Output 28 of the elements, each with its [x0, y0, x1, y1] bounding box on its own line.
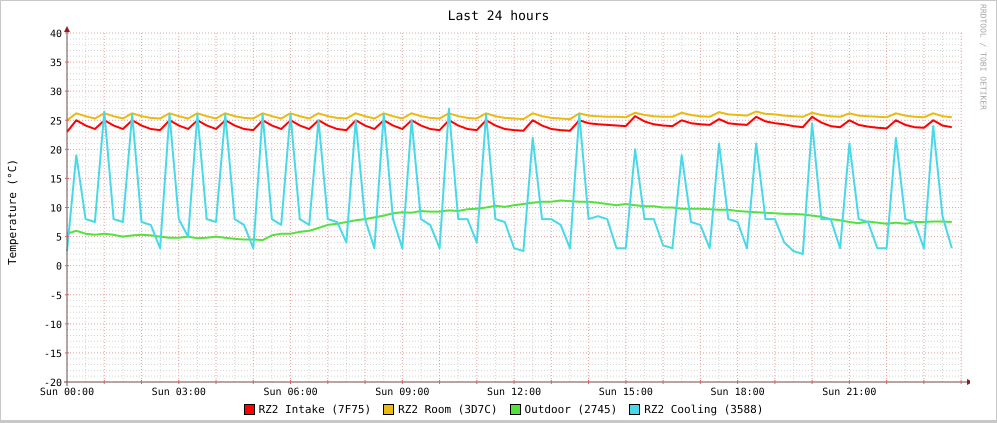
tick-label: Sun 21:00: [822, 387, 876, 398]
tick-label: -15: [44, 348, 62, 360]
tick-label: 15: [50, 174, 62, 186]
tick-label: Sun 18:00: [710, 387, 765, 398]
tick-label: 20: [50, 145, 62, 156]
tick-label: 40: [50, 29, 62, 40]
tick-label: 30: [50, 87, 62, 98]
legend-label: RZ2 Cooling (3588): [644, 402, 764, 416]
legend-label: RZ2 Room (3D7C): [398, 402, 498, 416]
tick-label: 35: [50, 58, 62, 70]
tick-label: 25: [50, 116, 62, 128]
tick-label: -20: [44, 378, 62, 389]
tick-label: Sun 03:00: [152, 387, 206, 398]
tick-label: Sun 00:00: [40, 387, 94, 398]
tick-label: 10: [50, 204, 62, 214]
tick-label: -10: [44, 320, 62, 331]
tick-label: 5: [56, 232, 62, 244]
tick-label: Sun 15:00: [598, 387, 653, 398]
tick-label: -5: [50, 290, 62, 302]
tick-label: Sun 09:00: [375, 387, 430, 398]
legend-label: RZ2 Intake (7F75): [258, 402, 372, 416]
credit-text: RRDTOOL / TOBI OETIKER: [978, 4, 988, 110]
axis-title: Temperature (°C): [6, 159, 19, 265]
tick-label: Sun 06:00: [263, 387, 318, 398]
legend-label: Outdoor (2745): [524, 402, 618, 416]
chart-title: Last 24 hours: [448, 9, 550, 24]
tick-label: Sun 12:00: [486, 387, 542, 398]
tick-label: 0: [56, 262, 62, 273]
